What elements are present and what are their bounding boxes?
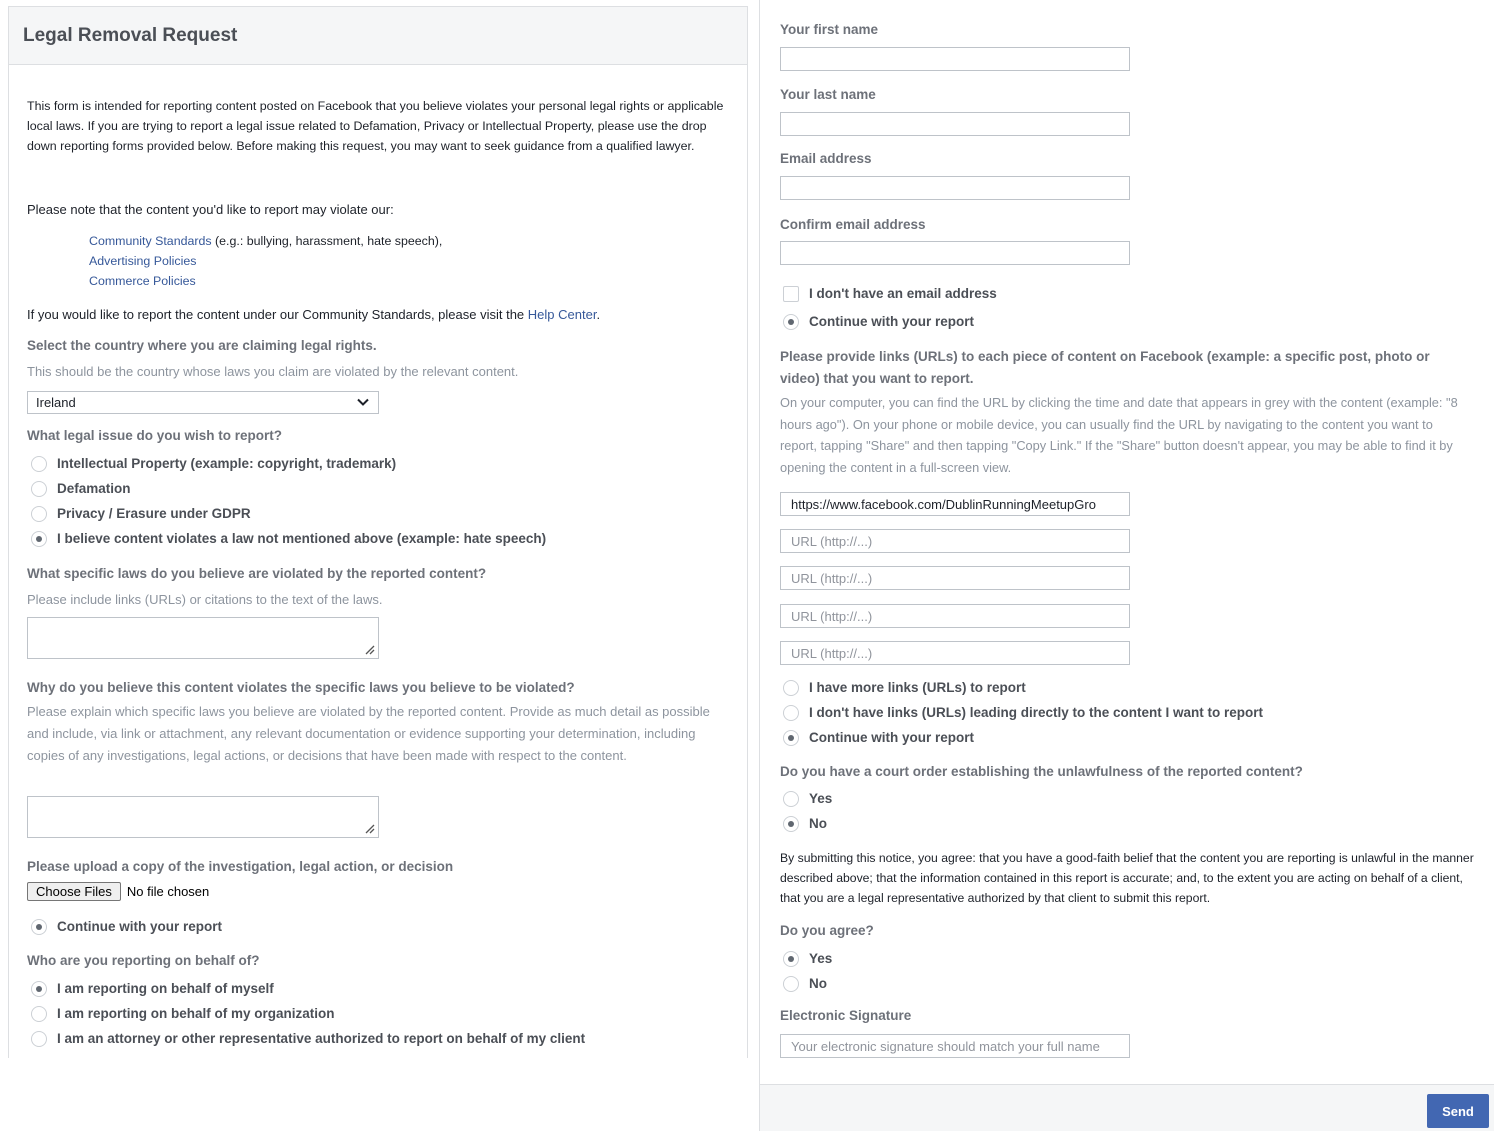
why-hint: Please explain which specific laws you b… bbox=[27, 704, 710, 763]
panel-header: Legal Removal Request bbox=[9, 7, 747, 65]
help-center-line: If you would like to report the content … bbox=[27, 307, 601, 322]
issue-option[interactable]: Defamation bbox=[31, 476, 546, 501]
url-input[interactable]: URL (http://...) bbox=[780, 529, 1130, 553]
radio-button[interactable] bbox=[783, 679, 799, 696]
radio-button[interactable] bbox=[783, 729, 799, 746]
community-standards-link[interactable]: Community Standards bbox=[89, 234, 212, 248]
radio-button[interactable] bbox=[783, 950, 799, 967]
upload-question: Please upload a copy of the investigatio… bbox=[27, 859, 454, 874]
radio-button[interactable] bbox=[31, 1030, 47, 1047]
issue-question: What legal issue do you wish to report? bbox=[27, 428, 283, 443]
file-upload: Choose Files No file chosen bbox=[27, 882, 209, 901]
agree-question: Do you agree? bbox=[780, 923, 874, 938]
radio-button[interactable] bbox=[31, 1005, 47, 1022]
why-question: Why do you believe this content violates… bbox=[27, 680, 575, 695]
send-button[interactable]: Send bbox=[1427, 1094, 1489, 1128]
laws-question: What specific laws do you believe are vi… bbox=[27, 566, 487, 581]
radio-button[interactable] bbox=[783, 704, 799, 721]
why-textarea[interactable] bbox=[27, 796, 379, 838]
radio-button[interactable] bbox=[31, 455, 47, 472]
policy-item: Community Standards (e.g.: bullying, har… bbox=[89, 234, 443, 248]
radio-button[interactable] bbox=[783, 313, 799, 330]
radio-button[interactable] bbox=[31, 980, 47, 997]
resize-handle-icon[interactable] bbox=[363, 822, 375, 834]
form-footer: Send bbox=[760, 1084, 1494, 1131]
confirm-email-input[interactable] bbox=[780, 241, 1130, 265]
note-text: Please note that the content you'd like … bbox=[27, 202, 394, 217]
links-question: Please provide links (URLs) to each piec… bbox=[780, 349, 1430, 386]
behalf-option[interactable]: I am an attorney or other representative… bbox=[31, 1026, 585, 1051]
policy-list: Community Standards (e.g.: bullying, har… bbox=[89, 231, 442, 291]
links-radio-group: I have more links (URLs) to report I don… bbox=[783, 675, 1263, 750]
agree-radio-group: Yes No bbox=[783, 946, 832, 996]
no-links-option[interactable]: I don't have links (URLs) leading direct… bbox=[783, 700, 1263, 725]
links-hint: On your computer, you can find the URL b… bbox=[780, 395, 1458, 475]
url-input[interactable]: URL (http://...) bbox=[780, 641, 1130, 665]
url-input[interactable]: URL (http://...) bbox=[780, 566, 1130, 590]
no-email-option[interactable]: I don't have an email address bbox=[783, 281, 997, 306]
email-label: Email address bbox=[780, 151, 872, 166]
contact-panel: Your first name Your last name Email add… bbox=[759, 0, 1494, 1131]
radio-button[interactable] bbox=[783, 790, 799, 807]
radio-button[interactable] bbox=[31, 530, 47, 547]
url-input[interactable]: URL (http://...) bbox=[780, 604, 1130, 628]
agree-no-option[interactable]: No bbox=[783, 971, 832, 996]
choose-files-button[interactable]: Choose Files bbox=[27, 882, 121, 901]
email-input[interactable] bbox=[780, 176, 1130, 200]
issue-option[interactable]: Privacy / Erasure under GDPR bbox=[31, 501, 546, 526]
issue-radio-group: Intellectual Property (example: copyrigh… bbox=[31, 451, 546, 551]
more-links-option[interactable]: I have more links (URLs) to report bbox=[783, 675, 1263, 700]
country-select-value: Ireland bbox=[36, 395, 76, 410]
behalf-question: Who are you reporting on behalf of? bbox=[27, 953, 260, 968]
advertising-policies-link[interactable]: Advertising Policies bbox=[89, 254, 196, 268]
no-email-checkbox[interactable] bbox=[783, 285, 799, 302]
country-hint: This should be the country whose laws yo… bbox=[27, 364, 519, 379]
court-radio-group: Yes No bbox=[783, 786, 832, 836]
issue-option[interactable]: Intellectual Property (example: copyrigh… bbox=[31, 451, 546, 476]
behalf-option[interactable]: I am reporting on behalf of myself bbox=[31, 976, 585, 1001]
issue-option[interactable]: I believe content violates a law not men… bbox=[31, 526, 546, 551]
last-name-label: Your last name bbox=[780, 87, 876, 102]
policy-item: Commerce Policies bbox=[89, 271, 442, 291]
chevron-down-icon bbox=[357, 398, 369, 406]
laws-hint: Please include links (URLs) or citations… bbox=[27, 592, 383, 607]
court-yes-option[interactable]: Yes bbox=[783, 786, 832, 811]
court-no-option[interactable]: No bbox=[783, 811, 832, 836]
first-name-label: Your first name bbox=[780, 22, 879, 37]
continue-option[interactable]: Continue with your report bbox=[783, 725, 1263, 750]
resize-handle-icon[interactable] bbox=[363, 643, 375, 655]
commerce-policies-link[interactable]: Commerce Policies bbox=[89, 274, 196, 288]
behalf-option[interactable]: I am reporting on behalf of my organizat… bbox=[31, 1001, 585, 1026]
url-input[interactable]: https://www.facebook.com/DublinRunningMe… bbox=[780, 492, 1130, 516]
confirm-email-label: Confirm email address bbox=[780, 217, 926, 232]
legal-removal-panel: Legal Removal Request This form is inten… bbox=[8, 6, 748, 1058]
file-status: No file chosen bbox=[126, 884, 210, 899]
radio-button[interactable] bbox=[783, 815, 799, 832]
laws-textarea[interactable] bbox=[27, 617, 379, 659]
radio-button[interactable] bbox=[783, 975, 799, 992]
help-center-link[interactable]: Help Center bbox=[528, 307, 597, 322]
page-title: Legal Removal Request bbox=[23, 24, 238, 46]
first-name-input[interactable] bbox=[780, 47, 1130, 71]
last-name-input[interactable] bbox=[780, 112, 1130, 136]
country-question: Select the country where you are claimin… bbox=[27, 338, 377, 353]
agree-yes-option[interactable]: Yes bbox=[783, 946, 832, 971]
signature-input[interactable]: Your electronic signature should match y… bbox=[780, 1034, 1130, 1058]
continue-option[interactable]: Continue with your report bbox=[783, 309, 974, 334]
court-question: Do you have a court order establishing t… bbox=[780, 764, 1303, 779]
agreement-text: By submitting this notice, you agree: th… bbox=[780, 851, 1474, 905]
radio-button[interactable] bbox=[31, 918, 47, 935]
intro-text: This form is intended for reporting cont… bbox=[27, 99, 724, 153]
policy-item: Advertising Policies bbox=[89, 251, 442, 271]
behalf-radio-group: I am reporting on behalf of myself I am … bbox=[31, 976, 585, 1051]
continue-option[interactable]: Continue with your report bbox=[31, 914, 222, 939]
radio-button[interactable] bbox=[31, 505, 47, 522]
signature-label: Electronic Signature bbox=[780, 1008, 912, 1023]
radio-button[interactable] bbox=[31, 480, 47, 497]
country-select[interactable]: Ireland bbox=[27, 391, 379, 414]
